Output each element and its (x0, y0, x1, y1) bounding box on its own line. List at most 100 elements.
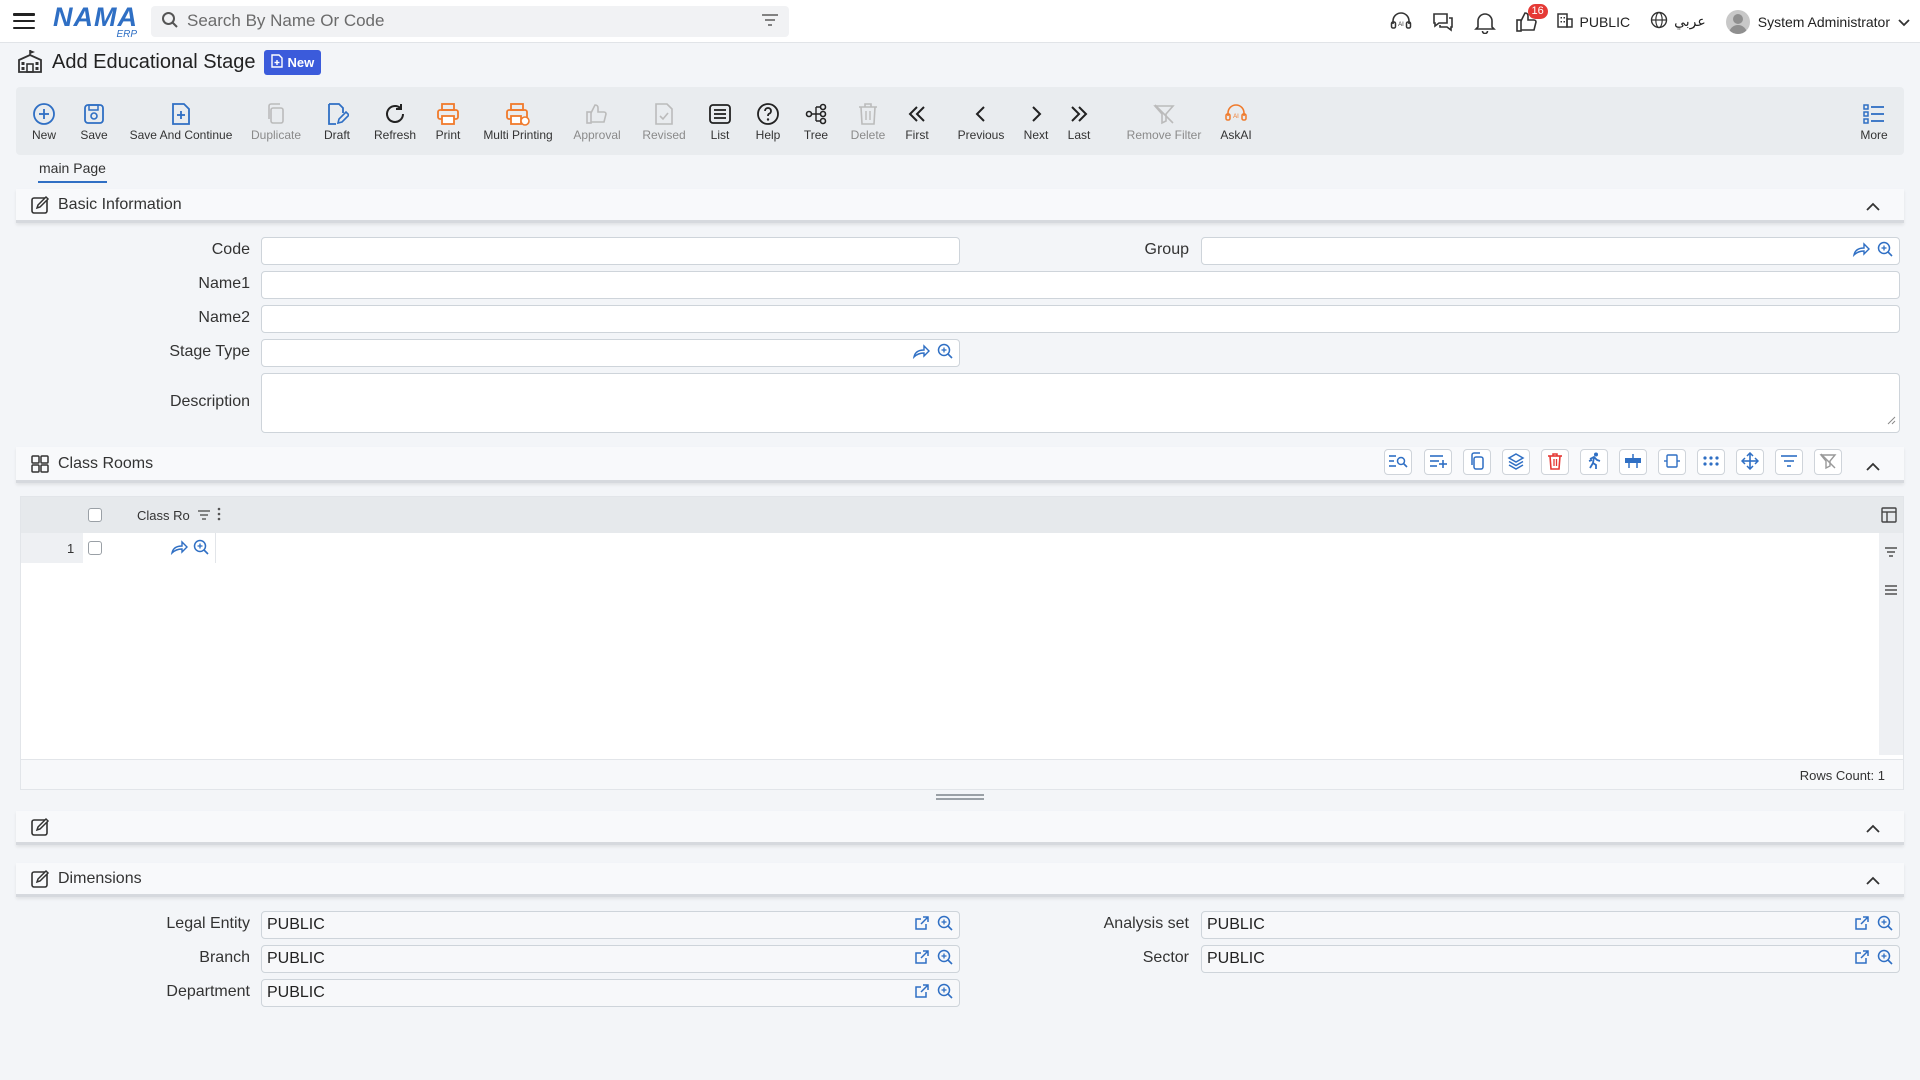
language-selector[interactable]: عربي (1650, 11, 1706, 32)
chat-icon[interactable] (1430, 9, 1456, 35)
delete-button[interactable]: Delete (848, 89, 888, 153)
grid-remove-filter-button[interactable] (1814, 449, 1842, 475)
grid-insert-row-button[interactable] (1619, 449, 1647, 475)
external-link-icon[interactable] (914, 983, 930, 1004)
class-room-cell[interactable] (130, 533, 216, 563)
column-menu-icon[interactable] (217, 507, 221, 524)
dimensions-header[interactable]: Dimensions (16, 863, 1904, 897)
basic-information-header[interactable]: Basic Information (16, 189, 1904, 223)
chevron-up-icon[interactable] (1866, 873, 1880, 891)
external-link-icon[interactable] (1854, 949, 1870, 970)
search-input[interactable] (187, 11, 761, 31)
thumbs-up-icon[interactable]: 16 (1514, 3, 1548, 35)
school-icon (16, 48, 44, 77)
external-link-icon[interactable] (914, 949, 930, 970)
grid-move-button[interactable] (1736, 449, 1764, 475)
next-button[interactable]: Next (1018, 89, 1054, 153)
search-zoom-icon[interactable] (1876, 240, 1894, 263)
external-link-icon[interactable] (914, 915, 930, 936)
name2-field[interactable] (261, 305, 1900, 333)
branch-field[interactable]: PUBLIC (261, 945, 960, 973)
search-zoom-icon[interactable] (1876, 948, 1894, 971)
more-button[interactable]: More (1856, 89, 1892, 153)
name1-field[interactable] (261, 271, 1900, 299)
table-row[interactable]: 1 (21, 533, 1903, 563)
company-selector[interactable]: PUBLIC (1556, 11, 1630, 32)
tab-main-page[interactable]: main Page (38, 160, 107, 183)
grid-delete-button[interactable] (1541, 449, 1569, 475)
untitled-section-header[interactable] (16, 811, 1904, 845)
chevron-up-icon[interactable] (1866, 821, 1880, 839)
duplicate-button[interactable]: Duplicate (246, 89, 306, 153)
ai-headset-icon: AI (1223, 100, 1249, 128)
user-menu[interactable]: System Administrator (1725, 9, 1910, 34)
approval-button[interactable]: Approval (568, 89, 626, 153)
grid-add-row-button[interactable] (1424, 449, 1452, 475)
resize-handle-icon[interactable] (1887, 412, 1896, 430)
search-zoom-icon[interactable] (936, 948, 954, 971)
search-zoom-icon[interactable] (936, 982, 954, 1005)
askai-button[interactable]: AI AskAI (1216, 89, 1256, 153)
first-button[interactable]: First (902, 89, 932, 153)
department-field[interactable]: PUBLIC (261, 979, 960, 1007)
grid-search-button[interactable] (1384, 449, 1412, 475)
save-and-continue-button[interactable]: Save And Continue (126, 89, 236, 153)
remove-filter-button[interactable]: Remove Filter (1124, 89, 1204, 153)
select-all-checkbox[interactable] (88, 508, 102, 522)
help-button[interactable]: Help (750, 89, 786, 153)
save-button[interactable]: Save (76, 89, 112, 153)
row-checkbox[interactable] (88, 541, 102, 555)
share-arrow-icon[interactable] (170, 539, 188, 558)
grid-run-button[interactable] (1580, 449, 1608, 475)
app-logo[interactable]: NAMA ERP (53, 2, 137, 40)
grid-filter-button[interactable] (1775, 449, 1803, 475)
search-zoom-icon[interactable] (936, 914, 954, 937)
stage-type-field[interactable] (261, 339, 960, 367)
printer-icon (436, 100, 460, 128)
sector-field[interactable]: PUBLIC (1201, 945, 1900, 973)
resize-splitter[interactable] (936, 794, 984, 800)
search-zoom-icon[interactable] (936, 342, 954, 365)
bell-icon[interactable] (1472, 9, 1498, 35)
multi-printing-button[interactable]: Multi Printing (478, 89, 558, 153)
previous-button[interactable]: Previous (956, 89, 1006, 153)
grid-layers-button[interactable] (1502, 449, 1530, 475)
chevron-up-icon[interactable] (1866, 199, 1880, 217)
legal-entity-field[interactable]: PUBLIC (261, 911, 960, 939)
external-link-icon[interactable] (1854, 915, 1870, 936)
menu-lines-icon[interactable] (1884, 583, 1898, 599)
print-button[interactable]: Print (428, 89, 468, 153)
grid-copy-button[interactable] (1463, 449, 1491, 475)
avatar (1725, 9, 1750, 34)
chevron-up-icon[interactable] (1866, 459, 1880, 477)
double-chevron-right-icon (1069, 100, 1089, 128)
column-header-class-room[interactable]: Class Ro (137, 508, 190, 523)
draft-label: Draft (323, 128, 350, 142)
search-zoom-icon[interactable] (192, 538, 210, 559)
filter-icon[interactable] (1884, 545, 1898, 561)
last-button[interactable]: Last (1064, 89, 1094, 153)
column-filter-icon[interactable] (197, 508, 211, 524)
description-field[interactable] (261, 373, 1900, 433)
columns-panel-icon[interactable] (1881, 507, 1897, 526)
list-button[interactable]: List (700, 89, 740, 153)
draft-button[interactable]: Draft (314, 89, 360, 153)
ai-assistant-icon[interactable]: AI (1388, 9, 1414, 35)
chevron-left-icon (971, 100, 991, 128)
svg-text:AI: AI (1398, 22, 1404, 28)
share-arrow-icon[interactable] (1852, 241, 1870, 262)
code-field[interactable] (261, 237, 960, 265)
share-arrow-icon[interactable] (912, 343, 930, 364)
grid-dots-button[interactable] (1697, 449, 1725, 475)
refresh-button[interactable]: Refresh (372, 89, 418, 153)
menu-icon[interactable] (13, 13, 35, 29)
filter-icon[interactable] (761, 13, 779, 30)
grid-fit-button[interactable] (1658, 449, 1686, 475)
language-label: عربي (1674, 13, 1706, 29)
new-button[interactable]: New (26, 89, 62, 153)
revised-button[interactable]: Revised (636, 89, 692, 153)
group-field[interactable] (1201, 237, 1900, 265)
analysis-set-field[interactable]: PUBLIC (1201, 911, 1900, 939)
tree-button[interactable]: Tree (798, 89, 834, 153)
search-zoom-icon[interactable] (1876, 914, 1894, 937)
